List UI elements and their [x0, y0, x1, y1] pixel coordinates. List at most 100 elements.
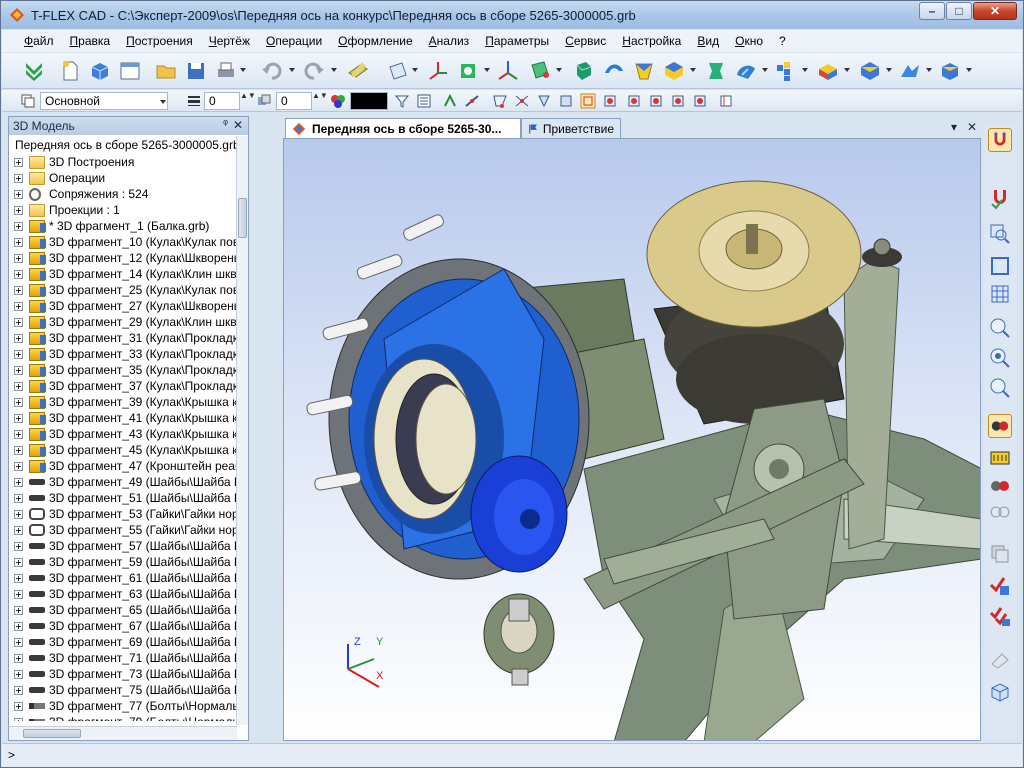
expand-icon[interactable]: [14, 445, 23, 455]
loft-icon[interactable]: [632, 59, 656, 83]
tree-item[interactable]: 3D фрагмент_65 (Шайбы\Шайба ГО: [9, 602, 237, 618]
level-field[interactable]: 0: [276, 92, 312, 110]
snap-edge-icon[interactable]: [464, 93, 480, 109]
array-icon[interactable]: [774, 59, 798, 83]
menu-help[interactable]: ?: [771, 34, 794, 48]
filter-icon[interactable]: [394, 93, 410, 109]
expand-icon[interactable]: [14, 365, 23, 375]
tree-item[interactable]: 3D фрагмент_73 (Шайбы\Шайба ГО: [9, 666, 237, 682]
new-drawing-icon[interactable]: [118, 59, 142, 83]
hidden-lines-icon[interactable]: [988, 474, 1012, 498]
shell-icon[interactable]: [662, 59, 686, 83]
wireframe-icon[interactable]: [988, 500, 1012, 524]
pipe-icon[interactable]: [704, 59, 728, 83]
view-cube-icon[interactable]: [988, 680, 1012, 704]
axes-icon[interactable]: [496, 59, 520, 83]
zoom-in-icon[interactable]: [988, 316, 1012, 340]
profile-icon[interactable]: [456, 59, 480, 83]
menu-analysis[interactable]: Анализ: [421, 34, 478, 48]
status-bar[interactable]: >: [2, 743, 1022, 767]
render-icon[interactable]: [988, 446, 1012, 470]
expand-icon[interactable]: [14, 621, 23, 631]
tree-item[interactable]: 3D фрагмент_45 (Кулак\Крышка ку: [9, 442, 237, 458]
3d-viewport[interactable]: Z Y X: [283, 138, 981, 741]
tree-item[interactable]: 3D фрагмент_14 (Кулак\Клин шкво: [9, 266, 237, 282]
sketch-plane-icon[interactable]: [346, 59, 370, 83]
fillet-dropdown-icon[interactable]: [886, 68, 892, 72]
tree-item[interactable]: 3D фрагмент_57 (Шайбы\Шайба ГО: [9, 538, 237, 554]
section-icon[interactable]: [528, 59, 552, 83]
section-dropdown-icon[interactable]: [556, 68, 562, 72]
tree-item[interactable]: Сопряжения : 524: [9, 186, 237, 202]
expand-icon[interactable]: [14, 701, 23, 711]
expand-icon[interactable]: [14, 557, 23, 567]
menu-construct[interactable]: Построения: [118, 34, 201, 48]
zoom-out-icon[interactable]: [988, 346, 1012, 370]
zoom-previous-icon[interactable]: [988, 376, 1012, 400]
expand-icon[interactable]: [14, 429, 23, 439]
spiral-icon[interactable]: [734, 59, 758, 83]
array-dropdown-icon[interactable]: [802, 68, 808, 72]
expand-icon[interactable]: [14, 685, 23, 695]
expand-icon[interactable]: [14, 525, 23, 535]
layer-dropdown-icon[interactable]: [160, 100, 166, 104]
spiral-dropdown-icon[interactable]: [762, 68, 768, 72]
sheet-metal-dropdown-icon[interactable]: [926, 68, 932, 72]
check-all-icon[interactable]: [988, 604, 1012, 628]
sheet-metal-icon[interactable]: [898, 59, 922, 83]
snap-vertex-icon[interactable]: [442, 93, 458, 109]
level-spinner[interactable]: ▲▼: [312, 92, 328, 110]
zoom-all-icon[interactable]: [988, 282, 1012, 306]
menu-file[interactable]: Файл: [16, 34, 62, 48]
menu-edit[interactable]: Правка: [62, 34, 119, 48]
tree-item[interactable]: 3D фрагмент_37 (Кулак\Прокладка: [9, 378, 237, 394]
tree-item[interactable]: 3D фрагмент_63 (Шайбы\Шайба ГО: [9, 586, 237, 602]
expand-icon[interactable]: [14, 605, 23, 615]
menu-draw[interactable]: Чертёж: [201, 34, 258, 48]
tree-item[interactable]: 3D Построения: [9, 154, 237, 170]
tree-item[interactable]: 3D фрагмент_31 (Кулак\Прокладка: [9, 330, 237, 346]
new-3d-icon[interactable]: [88, 59, 112, 83]
expand-icon[interactable]: [14, 653, 23, 663]
filter-op-4-icon[interactable]: [670, 93, 686, 109]
tree-item[interactable]: 3D фрагмент_61 (Шайбы\Шайба ГО: [9, 570, 237, 586]
workplane-icon[interactable]: [386, 59, 410, 83]
show-hidden-icon[interactable]: [718, 93, 734, 109]
expand-icon[interactable]: [14, 333, 23, 343]
filter-op-2-icon[interactable]: [626, 93, 642, 109]
print-dropdown-icon[interactable]: [240, 68, 246, 72]
tree-item[interactable]: 3D фрагмент_35 (Кулак\Прокладка: [9, 362, 237, 378]
color-palette-icon[interactable]: [330, 93, 346, 109]
tree-item[interactable]: 3D фрагмент_51 (Шайбы\Шайба ГО: [9, 490, 237, 506]
snap-line-icon[interactable]: [514, 93, 530, 109]
check-double-icon[interactable]: [22, 59, 46, 83]
new-document-icon[interactable]: [58, 59, 82, 83]
tree-vscroll-thumb[interactable]: [238, 198, 247, 238]
tree-item[interactable]: 3D фрагмент_53 (Гайки\Гайки норм: [9, 506, 237, 522]
boolean-dropdown-icon[interactable]: [844, 68, 850, 72]
snap-active-icon[interactable]: [580, 93, 596, 109]
extrude-icon[interactable]: [572, 59, 596, 83]
tab-list-arrow-icon[interactable]: ▾: [951, 120, 957, 134]
tree-item[interactable]: 3D фрагмент_49 (Шайбы\Шайба ГО: [9, 474, 237, 490]
tree-item[interactable]: 3D фрагмент_33 (Кулак\Прокладка: [9, 346, 237, 362]
snap-body-icon[interactable]: [558, 93, 574, 109]
tree-item[interactable]: 3D фрагмент_41 (Кулак\Крышка ку: [9, 410, 237, 426]
menu-parameters[interactable]: Параметры: [477, 34, 557, 48]
display-mode-icon[interactable]: [988, 414, 1012, 438]
maximize-button[interactable]: □: [946, 2, 972, 20]
profile-dropdown-icon[interactable]: [484, 68, 490, 72]
expand-icon[interactable]: [14, 589, 23, 599]
expand-icon[interactable]: [14, 477, 23, 487]
tree-hscroll-thumb[interactable]: [23, 729, 81, 738]
tree-root[interactable]: Передняя ось в сборе 5265-3000005.grb: [9, 136, 237, 154]
expand-icon[interactable]: [14, 237, 23, 247]
rotate-icon[interactable]: [602, 59, 626, 83]
select-list-icon[interactable]: [416, 93, 432, 109]
expand-icon[interactable]: [14, 669, 23, 679]
shell-dropdown-icon[interactable]: [690, 68, 696, 72]
expand-icon[interactable]: [14, 381, 23, 391]
expand-icon[interactable]: [14, 717, 23, 721]
tree-item[interactable]: 3D фрагмент_43 (Кулак\Крышка ку: [9, 426, 237, 442]
body-dropdown-icon[interactable]: [966, 68, 972, 72]
